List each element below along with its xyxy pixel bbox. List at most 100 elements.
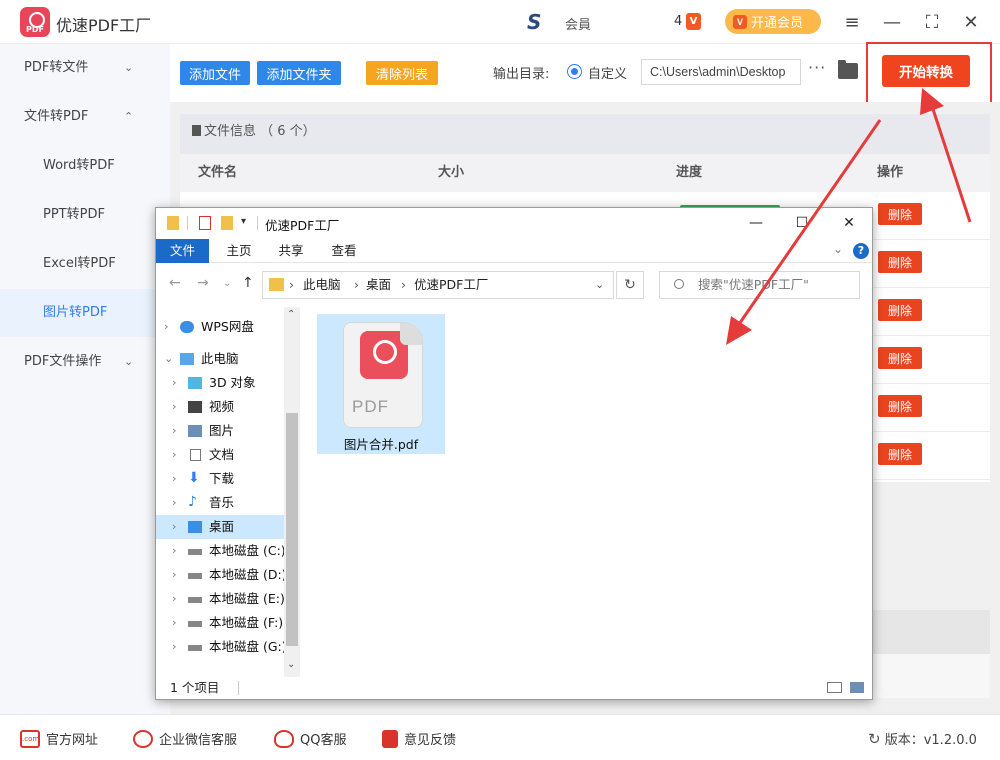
tab-file[interactable]: 文件: [156, 239, 209, 263]
chevron-down-icon[interactable]: ⌄: [595, 272, 604, 298]
qq-service-link[interactable]: QQ客服: [274, 729, 346, 748]
details-view-icon[interactable]: [827, 682, 842, 693]
close-icon[interactable]: ✕: [837, 212, 861, 234]
tree-item-disk-c[interactable]: › 本地磁盘 (C:): [156, 539, 284, 563]
vip-count: 4: [674, 14, 683, 29]
delete-button[interactable]: 删除: [878, 395, 922, 417]
tree-item-desktop[interactable]: › 桌面: [156, 515, 284, 539]
tree-item-pictures[interactable]: › 图片: [156, 419, 284, 443]
menu-icon[interactable]: ≡: [840, 10, 864, 34]
chevron-right-icon[interactable]: ›: [172, 371, 176, 395]
address-bar[interactable]: › 此电脑 › 桌面 › 优速PDF工厂 ⌄: [262, 271, 614, 299]
new-folder-icon[interactable]: [221, 216, 233, 230]
forward-icon[interactable]: →: [197, 275, 209, 291]
chevron-right-icon[interactable]: ›: [172, 611, 176, 635]
tree-item-disk-e[interactable]: › 本地磁盘 (E:): [156, 587, 284, 611]
tree-item-label: 下载: [209, 471, 235, 486]
minimize-icon[interactable]: —: [744, 212, 768, 234]
sidebar-item-excel-to-pdf[interactable]: Excel转PDF: [0, 240, 170, 288]
help-icon[interactable]: ?: [853, 243, 869, 259]
close-icon[interactable]: ✕: [959, 10, 983, 34]
more-icon[interactable]: ···: [808, 58, 826, 77]
chevron-right-icon[interactable]: ›: [172, 587, 176, 611]
tree-item-downloads[interactable]: › ⬇ 下载: [156, 467, 284, 491]
chevron-right-icon[interactable]: ›: [164, 315, 168, 339]
chevron-up-icon[interactable]: ⌃: [287, 309, 295, 320]
maximize-icon[interactable]: ☐: [790, 212, 814, 234]
folder-icon: [167, 216, 179, 230]
minimize-icon[interactable]: —: [880, 10, 904, 34]
feedback-link[interactable]: 意见反馈: [382, 729, 456, 748]
chevron-right-icon[interactable]: ›: [172, 395, 176, 419]
delete-button[interactable]: 删除: [878, 299, 922, 321]
chevron-right-icon[interactable]: ›: [172, 539, 176, 563]
sidebar-item-pdf-to-file[interactable]: PDF转文件 ⌄: [0, 44, 170, 92]
tree-scrollbar[interactable]: ⌃ ⌄: [284, 307, 300, 677]
file-info-header: 文件信息 （ 6 个）: [180, 114, 990, 154]
tree-item-label: 本地磁盘 (F:): [209, 615, 284, 630]
large-icons-view-icon[interactable]: [850, 682, 864, 693]
add-folder-button[interactable]: 添加文件夹: [257, 61, 341, 85]
up-icon[interactable]: ↑: [242, 275, 254, 291]
delete-button[interactable]: 删除: [878, 347, 922, 369]
chevron-right-icon[interactable]: ›: [172, 515, 176, 539]
custom-radio[interactable]: [567, 64, 582, 79]
refresh-icon[interactable]: ↻: [868, 730, 881, 748]
sidebar-item-ppt-to-pdf[interactable]: PPT转PDF: [0, 191, 170, 239]
chevron-right-icon[interactable]: ›: [172, 419, 176, 443]
folder-icon[interactable]: [838, 60, 858, 79]
refresh-button[interactable]: ↻: [616, 271, 644, 299]
tree-item-wps[interactable]: › WPS网盘: [156, 315, 284, 339]
delete-button[interactable]: 删除: [878, 443, 922, 465]
chevron-down-icon[interactable]: ▾: [241, 216, 253, 230]
sidebar-item-word-to-pdf[interactable]: Word转PDF: [0, 142, 170, 190]
delete-button[interactable]: 删除: [878, 251, 922, 273]
tab-view[interactable]: 查看: [319, 239, 369, 263]
sidebar-item-image-to-pdf[interactable]: 图片转PDF: [0, 289, 170, 337]
tree-item-this-pc[interactable]: ⌄ 此电脑: [156, 347, 284, 371]
delete-button[interactable]: 删除: [878, 203, 922, 225]
user-name[interactable]: 会員: [565, 14, 591, 33]
search-input[interactable]: 搜索"优速PDF工厂": [659, 271, 860, 299]
tab-share[interactable]: 共享: [266, 239, 316, 263]
file-item[interactable]: PDF 图片合并.pdf: [317, 314, 445, 454]
tree-item-documents[interactable]: › 文档: [156, 443, 284, 467]
add-file-button[interactable]: 添加文件: [180, 61, 250, 85]
tree-item-disk-f[interactable]: › 本地磁盘 (F:): [156, 611, 284, 635]
user-avatar-icon[interactable]: S: [527, 12, 557, 32]
tree-item-3d[interactable]: › 3D 对象: [156, 371, 284, 395]
official-site-link[interactable]: .com 官方网址: [20, 729, 98, 748]
chevron-right-icon[interactable]: ›: [172, 467, 176, 491]
chevron-down-icon[interactable]: ⌄: [287, 659, 295, 670]
search-icon: [674, 279, 684, 289]
chevron-down-icon[interactable]: ⌄: [223, 278, 231, 289]
sidebar-item-pdf-operations[interactable]: PDF文件操作 ⌄: [0, 338, 170, 386]
breadcrumb-desktop[interactable]: 桌面: [366, 272, 391, 298]
tab-home[interactable]: 主页: [214, 239, 264, 263]
tree-item-label: 音乐: [209, 495, 235, 510]
chevron-down-icon[interactable]: ⌄: [833, 242, 843, 256]
breadcrumb-this-pc[interactable]: 此电脑: [303, 272, 341, 298]
clear-list-button[interactable]: 清除列表: [366, 61, 438, 85]
chevron-down-icon[interactable]: ⌄: [164, 347, 173, 371]
chevron-right-icon[interactable]: ›: [172, 443, 176, 467]
properties-icon[interactable]: [199, 216, 211, 230]
cube-icon: [188, 377, 202, 389]
back-icon[interactable]: ←: [169, 275, 181, 291]
wechat-service-link[interactable]: 企业微信客服: [133, 729, 237, 748]
chevron-right-icon[interactable]: ›: [172, 563, 176, 587]
breadcrumb-folder[interactable]: 优速PDF工厂: [414, 272, 488, 298]
sidebar-item-file-to-pdf[interactable]: 文件转PDF ⌃: [0, 93, 170, 141]
open-vip-button[interactable]: V 开通会员: [725, 9, 821, 34]
chevron-right-icon[interactable]: ›: [172, 491, 176, 515]
chevron-right-icon[interactable]: ›: [172, 635, 176, 659]
tree-item-disk-d[interactable]: › 本地磁盘 (D:): [156, 563, 284, 587]
tree-item-music[interactable]: › ♪ 音乐: [156, 491, 284, 515]
tree-item-video[interactable]: › 视频: [156, 395, 284, 419]
sidebar: PDF转文件 ⌄ 文件转PDF ⌃ Word转PDF PPT转PDF Excel转P…: [0, 44, 170, 714]
chevron-down-icon: ⌄: [124, 61, 134, 74]
maximize-icon[interactable]: ⛶: [920, 10, 944, 34]
scroll-thumb[interactable]: [286, 413, 298, 646]
output-path-input[interactable]: C:\Users\admin\Desktop: [641, 59, 801, 85]
tree-item-disk-g[interactable]: › 本地磁盘 (G:): [156, 635, 284, 659]
